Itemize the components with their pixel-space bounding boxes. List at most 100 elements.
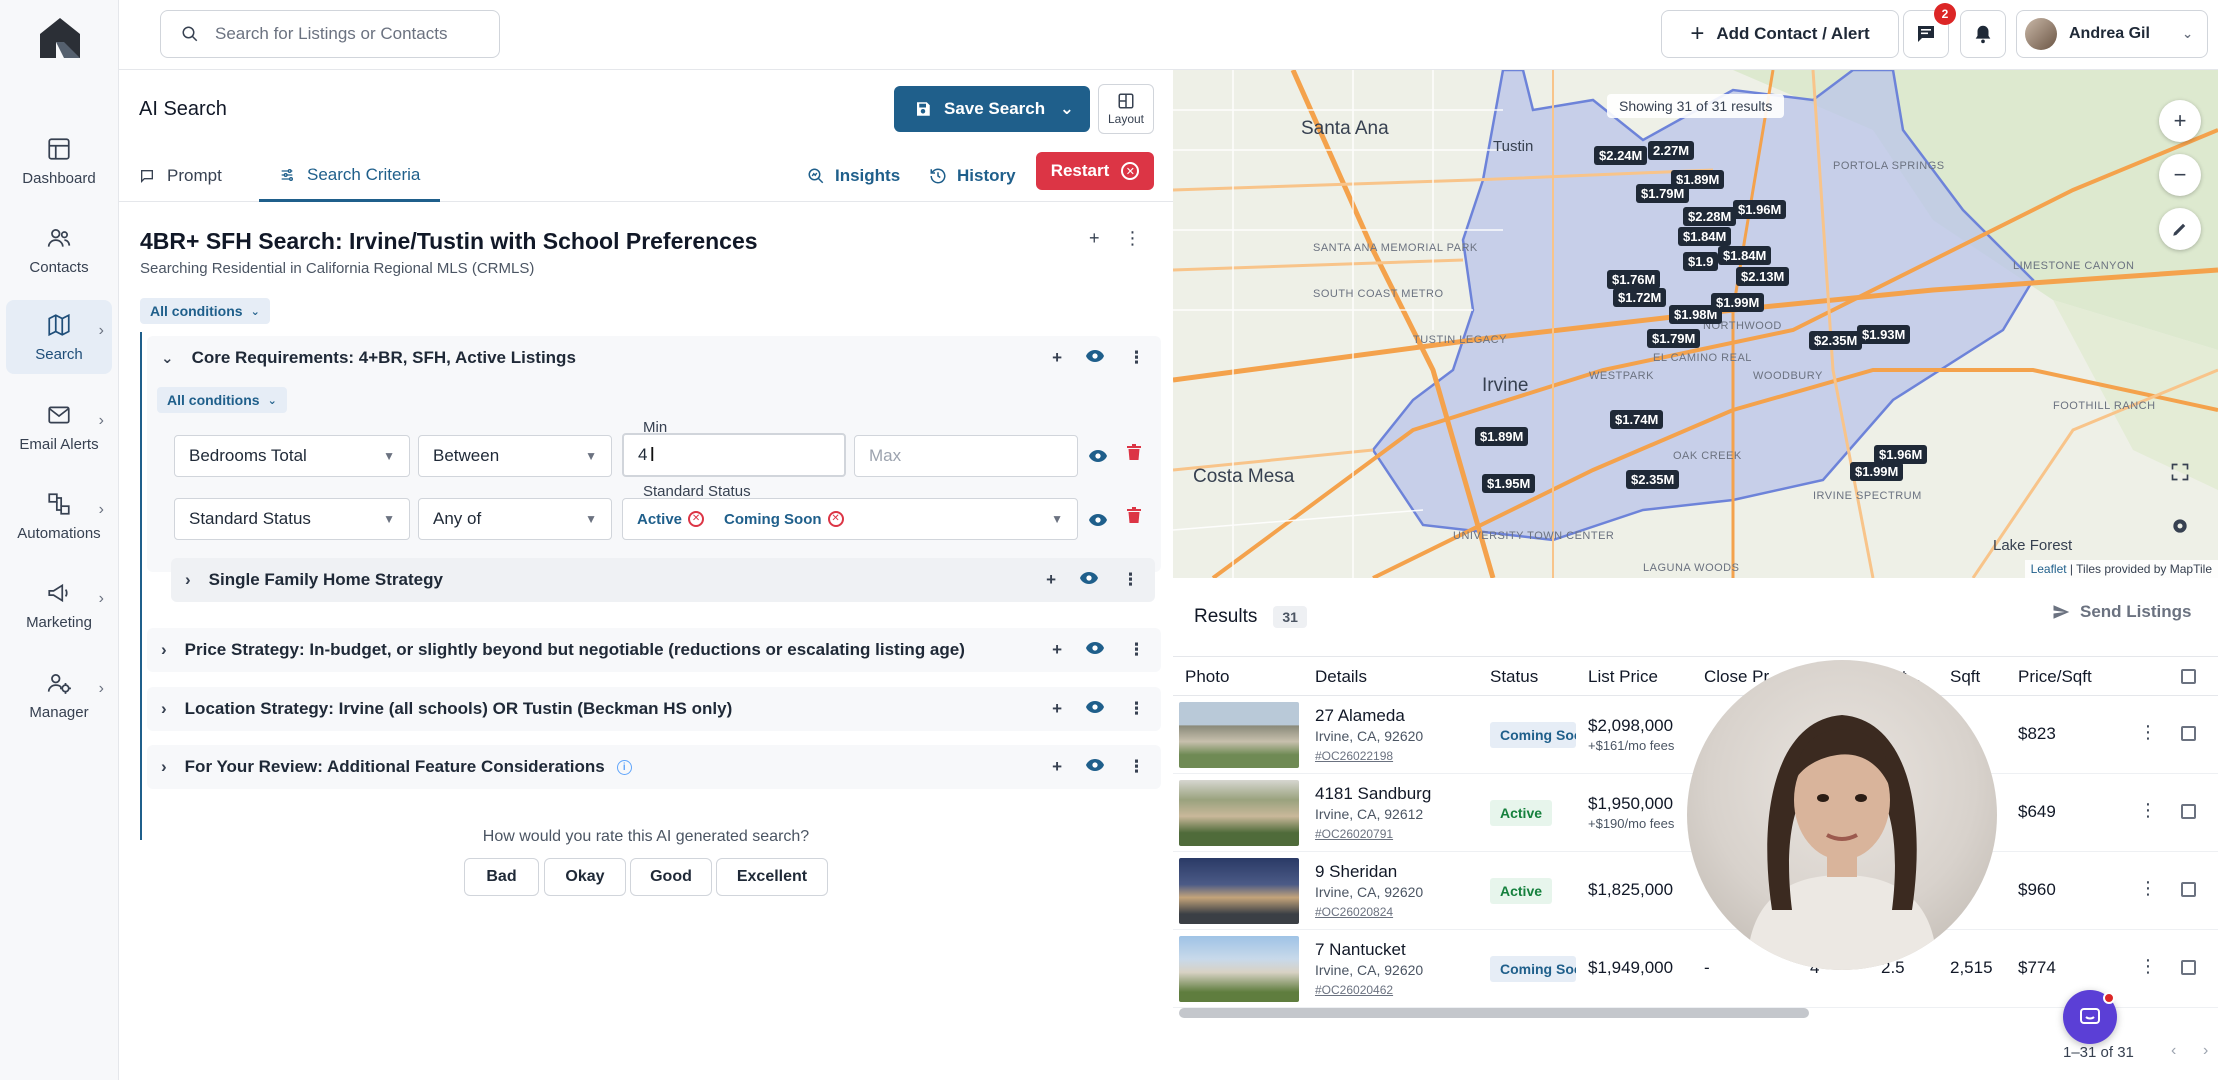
trash-icon[interactable] bbox=[1127, 507, 1141, 528]
nav-contacts[interactable]: Contacts bbox=[6, 213, 112, 287]
price-marker[interactable]: $1.99M bbox=[1850, 462, 1904, 481]
group-header[interactable]: › Price Strategy: In-budget, or slightly… bbox=[147, 628, 1161, 672]
price-marker[interactable]: $1.95M bbox=[1482, 474, 1536, 493]
more-vertical-icon[interactable]: ⋮ bbox=[1128, 699, 1145, 719]
listing-mls[interactable]: #OC26020791 bbox=[1315, 827, 1393, 841]
add-icon[interactable]: + bbox=[1052, 757, 1062, 777]
row-checkbox[interactable] bbox=[2181, 882, 2196, 897]
eye-icon[interactable] bbox=[1086, 757, 1104, 777]
price-marker[interactable]: $1.74M bbox=[1610, 410, 1664, 429]
eye-icon[interactable] bbox=[1089, 512, 1107, 532]
more-vertical-icon[interactable]: ⋮ bbox=[1128, 348, 1145, 368]
zoom-out-button[interactable]: − bbox=[2159, 154, 2201, 196]
map-settings-icon[interactable] bbox=[2170, 516, 2190, 541]
rate-okay-button[interactable]: Okay bbox=[544, 858, 626, 896]
results-map[interactable]: Showing 31 of 31 results Santa Ana Tusti… bbox=[1173, 70, 2218, 578]
nav-search[interactable]: Search › bbox=[6, 300, 112, 374]
more-vertical-icon[interactable]: ⋮ bbox=[2139, 800, 2157, 821]
chevron-right-icon[interactable]: › bbox=[161, 640, 167, 660]
more-vertical-icon[interactable]: ⋮ bbox=[1128, 640, 1145, 660]
group-header[interactable]: › For Your Review: Additional Feature Co… bbox=[147, 745, 1161, 789]
global-search-input[interactable]: Search for Listings or Contacts bbox=[160, 10, 500, 58]
bedrooms-field-select[interactable]: Bedrooms Total ▼ bbox=[174, 435, 410, 477]
price-marker[interactable]: $1.79M bbox=[1636, 184, 1690, 203]
price-marker[interactable]: $1.99M bbox=[1711, 293, 1765, 312]
save-search-button[interactable]: Save Search ⌄ bbox=[894, 86, 1090, 132]
add-icon[interactable]: + bbox=[1052, 699, 1062, 719]
add-contact-button[interactable]: + Add Contact / Alert bbox=[1661, 10, 1899, 58]
listing-address[interactable]: 4181 Sandburg bbox=[1315, 784, 1431, 804]
column-header[interactable]: Photo bbox=[1185, 667, 1229, 687]
price-marker[interactable]: $1.79M bbox=[1647, 329, 1701, 348]
listing-mls[interactable]: #OC26022198 bbox=[1315, 749, 1393, 763]
root-condition-select[interactable]: All conditions ⌄ bbox=[140, 298, 270, 324]
core-condition-select[interactable]: All conditions ⌄ bbox=[157, 387, 287, 413]
listing-photo[interactable] bbox=[1179, 702, 1299, 768]
price-marker[interactable]: $1.96M bbox=[1733, 200, 1787, 219]
insights-button[interactable]: Insights bbox=[807, 150, 900, 202]
leaflet-link[interactable]: Leaflet bbox=[2031, 562, 2067, 576]
layout-button[interactable]: Layout bbox=[1098, 84, 1154, 134]
listing-address[interactable]: 9 Sheridan bbox=[1315, 862, 1397, 882]
add-icon[interactable]: + bbox=[1052, 640, 1062, 660]
tab-prompt[interactable]: Prompt bbox=[139, 150, 222, 202]
eye-icon[interactable] bbox=[1080, 570, 1098, 590]
chevron-right-icon[interactable]: › bbox=[161, 757, 167, 777]
price-marker[interactable]: $2.24M bbox=[1594, 146, 1648, 165]
more-vertical-icon[interactable]: ⋮ bbox=[1124, 228, 1142, 249]
listing-mls[interactable]: #OC26020824 bbox=[1315, 905, 1393, 919]
listing-address[interactable]: 7 Nantucket bbox=[1315, 940, 1406, 960]
remove-tag-icon[interactable]: ✕ bbox=[688, 511, 705, 527]
status-values-multiselect[interactable]: Active ✕ Coming Soon ✕ ▼ bbox=[622, 498, 1078, 540]
nav-automations[interactable]: Automations › bbox=[6, 479, 112, 553]
app-logo[interactable] bbox=[36, 14, 84, 62]
price-marker[interactable]: $1.9 bbox=[1683, 252, 1719, 271]
eye-icon[interactable] bbox=[1089, 448, 1107, 468]
table-row[interactable]: 7 Nantucket Irvine, CA, 92620 #OC2602046… bbox=[1173, 930, 2218, 1008]
bedrooms-operator-select[interactable]: Between ▼ bbox=[418, 435, 612, 477]
row-checkbox[interactable] bbox=[2181, 726, 2196, 741]
notifications-button[interactable] bbox=[1960, 10, 2006, 58]
nav-manager[interactable]: Manager › bbox=[6, 658, 112, 732]
history-button[interactable]: History bbox=[929, 150, 1016, 202]
price-marker[interactable]: $1.84M bbox=[1678, 227, 1732, 246]
column-header[interactable]: Status bbox=[1490, 667, 1538, 687]
eye-icon[interactable] bbox=[1086, 699, 1104, 719]
column-header[interactable]: List Price bbox=[1588, 667, 1658, 687]
listing-photo[interactable] bbox=[1179, 780, 1299, 846]
nav-email-alerts[interactable]: Email Alerts › bbox=[6, 390, 112, 464]
listing-photo[interactable] bbox=[1179, 936, 1299, 1002]
support-chat-button[interactable] bbox=[2063, 990, 2117, 1044]
status-operator-select[interactable]: Any of ▼ bbox=[418, 498, 612, 540]
more-vertical-icon[interactable]: ⋮ bbox=[1122, 570, 1139, 590]
more-vertical-icon[interactable]: ⋮ bbox=[1128, 757, 1145, 777]
send-listings-button[interactable]: Send Listings bbox=[2052, 602, 2191, 622]
nav-marketing[interactable]: Marketing › bbox=[6, 568, 112, 642]
rate-bad-button[interactable]: Bad bbox=[464, 858, 539, 896]
eye-icon[interactable] bbox=[1086, 640, 1104, 660]
add-icon[interactable]: + bbox=[1089, 228, 1100, 249]
more-vertical-icon[interactable]: ⋮ bbox=[2139, 722, 2157, 743]
messages-button[interactable]: 2 bbox=[1903, 3, 1956, 58]
listing-photo[interactable] bbox=[1179, 858, 1299, 924]
remove-tag-icon[interactable]: ✕ bbox=[827, 511, 844, 527]
restart-button[interactable]: Restart ✕ bbox=[1036, 152, 1154, 190]
price-marker[interactable]: $2.35M bbox=[1626, 470, 1680, 489]
bedrooms-min-input[interactable]: 4 I bbox=[622, 433, 846, 477]
column-header[interactable]: Price/Sqft bbox=[2018, 667, 2092, 687]
row-checkbox[interactable] bbox=[2181, 960, 2196, 975]
price-marker[interactable]: $1.84M bbox=[1718, 246, 1772, 265]
column-header[interactable]: Sqft bbox=[1950, 667, 1980, 687]
price-marker[interactable]: $1.76M bbox=[1607, 270, 1661, 289]
chevron-right-icon[interactable]: › bbox=[161, 699, 167, 719]
price-marker[interactable]: $1.72M bbox=[1613, 288, 1667, 307]
next-page-icon[interactable]: › bbox=[2203, 1042, 2208, 1060]
chevron-down-icon[interactable]: ⌄ bbox=[161, 349, 174, 367]
info-icon[interactable]: i bbox=[616, 759, 632, 775]
rate-excellent-button[interactable]: Excellent bbox=[716, 858, 828, 896]
status-field-select[interactable]: Standard Status ▼ bbox=[174, 498, 410, 540]
group-header[interactable]: › Location Strategy: Irvine (all schools… bbox=[147, 687, 1161, 731]
chevron-right-icon[interactable]: › bbox=[185, 570, 191, 590]
add-icon[interactable]: + bbox=[1052, 348, 1062, 368]
zoom-in-button[interactable]: + bbox=[2159, 100, 2201, 142]
